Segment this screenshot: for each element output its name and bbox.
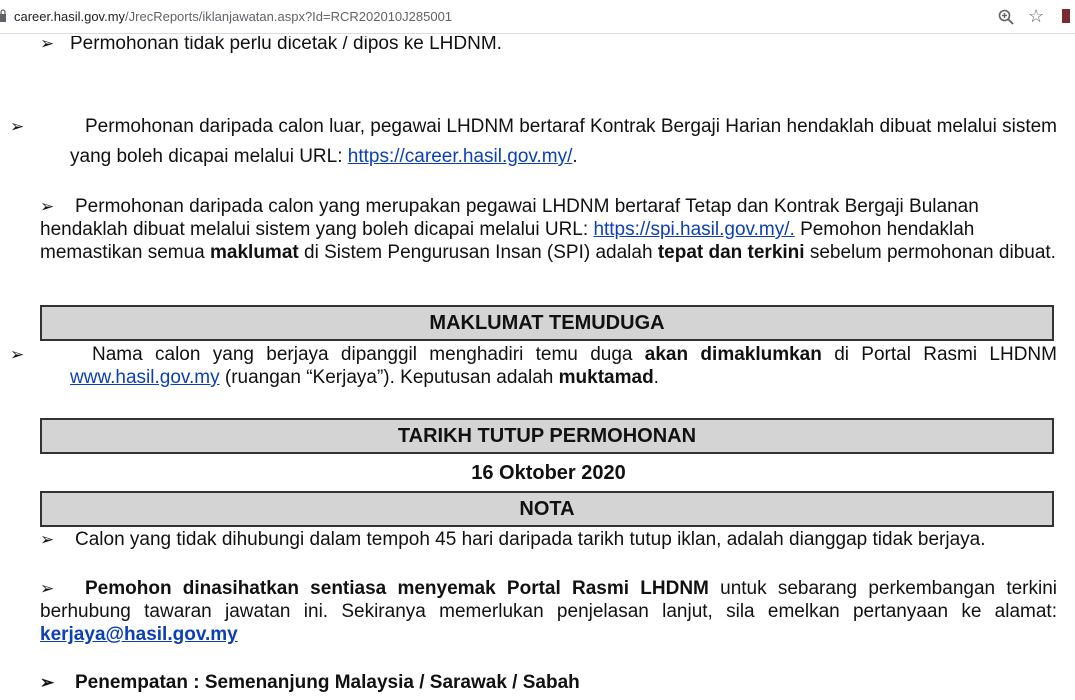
url-host: career.hasil.gov.my [14,9,126,24]
closing-date: 16 Oktober 2020 [471,462,626,484]
paragraph-no-print: ➢ Permohonan tidak perlu dicetak / dipos … [40,36,1057,55]
arrow-bullet-icon: ➢ [40,530,55,549]
address-bar[interactable]: career.hasil.gov.my/JrecReports/iklanjaw… [0,0,1075,34]
paragraph-no-contact: ➢ Calon yang tidak dihubungi dalam tempoh… [40,529,986,550]
email-link[interactable]: kerjaya@hasil.gov.my [40,624,238,645]
url-text[interactable]: career.hasil.gov.my/JrecReports/iklanjaw… [14,9,452,24]
paragraph-internal-applicants: ➢ Permohonan daripada calon yang merupaka… [40,196,1056,263]
paragraph-placement: ➢ Penempatan : Semenanjung Malaysia / Sar… [40,672,580,693]
paragraph-interview-info: ➢ Nama calon yang berjaya dipanggil mengh… [10,344,1057,388]
extension-icon[interactable] [1062,9,1070,23]
paragraph-check-portal: ➢ Pemohon dinasihatkan sentiasa menyemak … [40,578,1058,645]
bookmark-star-icon[interactable]: ☆ [1028,6,1044,26]
arrow-bullet-icon: ➢ [10,117,25,136]
heading-maklumat-temuduga: MAKLUMAT TEMUDUGA [40,305,1054,341]
window-edge [1062,36,1075,700]
hasil-portal-link[interactable]: www.hasil.gov.my [70,367,220,388]
arrow-bullet-icon: ➢ [40,197,55,216]
career-link[interactable]: https://career.hasil.gov.my/ [348,146,573,167]
arrow-bullet-icon: ➢ [40,673,55,692]
spi-link[interactable]: https://spi.hasil.gov.my/. [593,219,794,240]
document-page[interactable]: ➢ Permohonan tidak perlu dicetak / dipos … [0,36,1062,700]
lock-icon [0,9,6,22]
arrow-bullet-icon: ➢ [10,345,25,364]
heading-nota: NOTA [40,491,1054,527]
arrow-bullet-icon: ➢ [40,36,55,53]
url-path: /JrecReports/iklanjawatan.aspx?Id=RCR202… [125,9,453,24]
arrow-bullet-icon: ➢ [40,579,55,598]
zoom-icon[interactable] [997,8,1015,26]
paragraph-external-applicants: ➢ Permohonan daripada calon luar, pegawai… [10,112,1057,172]
heading-tarikh-tutup: TARIKH TUTUP PERMOHONAN [40,418,1054,454]
